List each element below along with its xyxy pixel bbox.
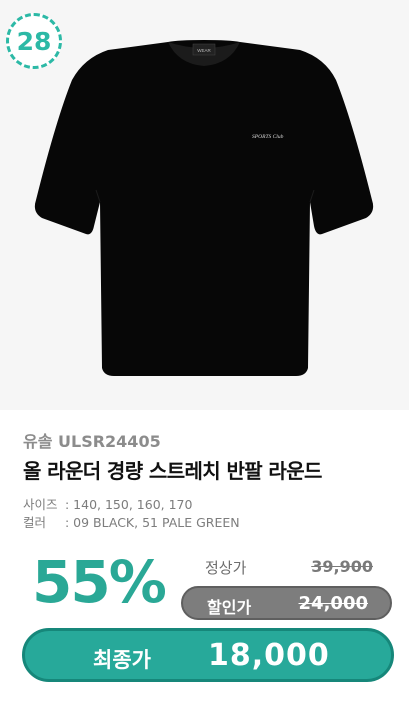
sale-price-pill: 할인가 24,000 (181, 586, 392, 620)
product-title[interactable]: 올 라운더 경량 스트레치 반팔 라운드 (23, 455, 322, 484)
size-label: 사이즈 (23, 497, 58, 512)
size-values: 140, 150, 160, 170 (73, 497, 193, 512)
neck-label-text: WEAR (197, 48, 211, 53)
sale-price-label: 할인가 (207, 598, 252, 617)
size-spec: 사이즈 : 140, 150, 160, 170 (23, 494, 192, 513)
final-price-button[interactable]: 최종가 18,000 (22, 628, 394, 682)
discount-rate: 55% (32, 548, 167, 616)
product-photo-area: 28 WEAR SPORTS Club (0, 0, 409, 410)
tshirt-body (34, 40, 374, 376)
color-spec: 컬러 : 09 BLACK, 51 PALE GREEN (23, 512, 240, 531)
brand-code: 유솔 ULSR24405 (23, 432, 161, 451)
regular-price-label: 정상가 (205, 559, 247, 577)
sale-price: 24,000 (298, 593, 368, 614)
regular-price: 39,900 (311, 557, 373, 576)
final-price-label: 최종가 (93, 648, 151, 672)
regular-price-row: 정상가 39,900 (205, 557, 375, 579)
product-tshirt-image[interactable]: WEAR SPORTS Club (0, 40, 409, 380)
final-price: 18,000 (208, 638, 330, 673)
color-values: 09 BLACK, 51 PALE GREEN (73, 515, 240, 530)
chest-logo: SPORTS Club (252, 134, 284, 140)
color-label: 컬러 (23, 515, 47, 530)
